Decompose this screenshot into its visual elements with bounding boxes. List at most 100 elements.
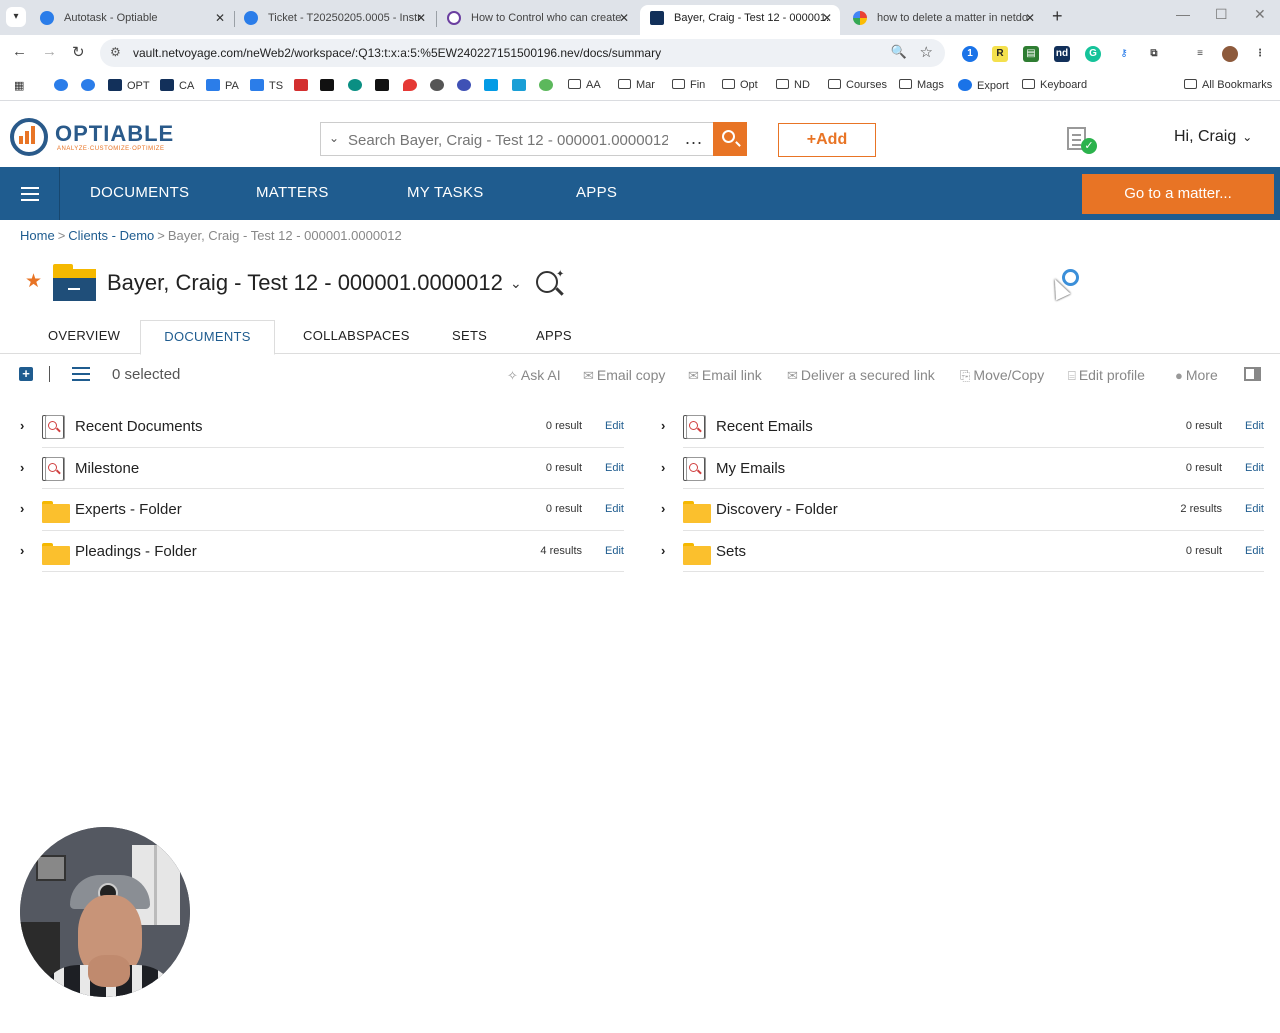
browser-tab-autotask[interactable]: Autotask - Optiable ✕ <box>30 5 233 35</box>
bookmark-opt[interactable]: OPT <box>108 79 150 92</box>
tile-edit-link[interactable]: Edit <box>605 420 624 432</box>
deliver-secured-link-button[interactable]: ✉ Deliver a secured link <box>787 367 935 384</box>
workspace-dropdown-chevron-icon[interactable]: ⌄ <box>510 275 522 292</box>
list-item[interactable]: › Recent Emails 0 result Edit <box>661 406 1264 448</box>
side-panel-toggle-icon[interactable] <box>1244 367 1261 381</box>
extensions-puzzle-icon[interactable]: ⧉ <box>1146 46 1162 62</box>
expand-chevron-icon[interactable]: › <box>20 460 24 475</box>
tile-edit-link[interactable]: Edit <box>1245 503 1264 515</box>
add-button[interactable]: +Add <box>778 123 876 157</box>
reload-icon[interactable]: ↻ <box>72 43 85 61</box>
expand-chevron-icon[interactable]: › <box>20 501 24 516</box>
zoom-icon[interactable]: 🔍 <box>891 44 907 60</box>
browser-tab-bayer-craig[interactable]: Bayer, Craig - Test 12 - 000001. ✕ <box>640 5 840 35</box>
nav-my-tasks[interactable]: MY TASKS <box>407 184 484 201</box>
expand-chevron-icon[interactable]: › <box>661 543 665 558</box>
bookmark-folder-aa[interactable]: AA <box>568 79 601 91</box>
expand-chevron-icon[interactable]: › <box>661 460 665 475</box>
extension-key-icon[interactable]: ⚷ <box>1116 46 1132 62</box>
tile-name[interactable]: Recent Emails <box>716 418 813 435</box>
edit-profile-button[interactable]: ⌸ Edit profile <box>1068 367 1145 384</box>
tab-close-icon[interactable]: ✕ <box>822 5 832 31</box>
ask-ai-button[interactable]: ✧ Ask AI <box>507 367 561 384</box>
tab-collabspaces[interactable]: COLLABSPACES <box>303 320 410 354</box>
extension-globe-icon[interactable]: 1 <box>962 46 978 62</box>
tile-name[interactable]: Milestone <box>75 460 139 477</box>
bookmark-ca[interactable]: CA <box>160 79 194 92</box>
nav-documents[interactable]: DOCUMENTS <box>90 184 189 201</box>
list-item[interactable]: › My Emails 0 result Edit <box>661 448 1264 489</box>
list-item[interactable]: › Recent Documents 0 result Edit <box>20 406 624 448</box>
bookmark-folder-fin[interactable]: Fin <box>672 79 705 91</box>
tab-close-icon[interactable]: ✕ <box>619 5 629 31</box>
bookmark-icon[interactable] <box>512 79 531 92</box>
expand-chevron-icon[interactable]: › <box>20 418 24 433</box>
email-link-button[interactable]: ✉ Email link <box>688 367 762 384</box>
browser-tab-google-search[interactable]: how to delete a matter in netdo ✕ <box>843 5 1043 35</box>
tile-name[interactable]: Pleadings - Folder <box>75 543 197 560</box>
tab-apps[interactable]: APPS <box>536 320 572 354</box>
browser-tab-ticket[interactable]: Ticket - T20250205.0005 - Instr ✕ <box>234 5 434 35</box>
minimize-icon[interactable]: — <box>1176 6 1190 22</box>
search-button[interactable] <box>713 122 747 156</box>
tab-documents[interactable]: DOCUMENTS <box>140 320 275 355</box>
list-item[interactable]: › Milestone 0 result Edit <box>20 448 624 489</box>
new-tab-button[interactable]: + <box>1052 6 1063 27</box>
breadcrumb-clients-demo[interactable]: Clients - Demo <box>68 228 154 243</box>
expand-chevron-icon[interactable]: › <box>661 418 665 433</box>
favorite-star-icon[interactable]: ★ <box>25 270 42 293</box>
bookmark-ts[interactable]: TS <box>250 79 283 92</box>
tile-edit-link[interactable]: Edit <box>605 462 624 474</box>
search-options-button[interactable]: ... <box>685 128 703 149</box>
user-menu[interactable]: Hi, Craig ⌄ <box>1174 128 1252 146</box>
search-input[interactable] <box>348 129 668 151</box>
expand-chevron-icon[interactable]: › <box>661 501 665 516</box>
search-scope-chevron-icon[interactable]: ⌄ <box>329 131 339 145</box>
optiable-logo[interactable]: OPTIABLE ANALYZE·CUSTOMIZE·OPTIMIZE <box>10 116 180 156</box>
tile-edit-link[interactable]: Edit <box>605 545 624 557</box>
profile-avatar[interactable] <box>1222 46 1238 62</box>
tile-name[interactable]: Recent Documents <box>75 418 203 435</box>
close-window-icon[interactable]: ✕ <box>1254 6 1266 23</box>
bookmark-icon[interactable] <box>320 79 339 92</box>
bookmark-icon[interactable] <box>484 79 503 92</box>
tile-edit-link[interactable]: Edit <box>605 503 624 515</box>
bookmark-folder-keyboard[interactable]: Keyboard <box>1022 79 1087 91</box>
bookmark-folder-mags[interactable]: Mags <box>899 79 944 91</box>
tile-edit-link[interactable]: Edit <box>1245 420 1264 432</box>
maximize-icon[interactable]: ☐ <box>1215 6 1228 23</box>
site-info-icon[interactable]: ⚙ <box>110 45 121 59</box>
bookmark-icon[interactable] <box>81 79 100 92</box>
tile-edit-link[interactable]: Edit <box>1245 545 1264 557</box>
tile-name[interactable]: Experts - Folder <box>75 501 182 518</box>
address-url[interactable]: vault.netvoyage.com/neWeb2/workspace/:Q1… <box>133 46 661 60</box>
bookmark-icon[interactable] <box>457 79 476 92</box>
extension-green-icon[interactable]: ▤ <box>1023 46 1039 62</box>
nav-matters[interactable]: MATTERS <box>256 184 329 201</box>
tile-name[interactable]: My Emails <box>716 460 785 477</box>
bookmark-icon[interactable] <box>403 79 422 92</box>
back-arrow-icon[interactable]: ← <box>12 43 27 60</box>
bookmark-folder-nd[interactable]: ND <box>776 79 810 91</box>
bookmark-icon[interactable] <box>348 79 367 92</box>
nav-apps[interactable]: APPS <box>576 184 617 201</box>
tab-overview[interactable]: OVERVIEW <box>48 320 120 354</box>
bookmark-folder-opt[interactable]: Opt <box>722 79 758 91</box>
more-button[interactable]: ● More <box>1175 367 1218 383</box>
ai-insights-icon[interactable]: ✦ <box>536 269 566 297</box>
document-status-icon[interactable]: ✓ <box>1067 127 1097 155</box>
bookmark-folder-mar[interactable]: Mar <box>618 79 655 91</box>
tile-name[interactable]: Discovery - Folder <box>716 501 838 518</box>
bookmark-icon[interactable] <box>294 79 313 92</box>
tab-search-button[interactable]: ▾ <box>6 7 26 27</box>
expand-chevron-icon[interactable]: › <box>20 543 24 558</box>
tab-close-icon[interactable]: ✕ <box>1025 5 1035 31</box>
list-item[interactable]: › Experts - Folder 0 result Edit <box>20 489 624 531</box>
bookmark-icon[interactable] <box>539 79 558 92</box>
list-item[interactable]: › Pleadings - Folder 4 results Edit <box>20 531 624 572</box>
bookmark-icon[interactable] <box>54 79 73 92</box>
apps-grid-icon[interactable]: ▦ <box>14 79 24 92</box>
address-bar[interactable]: ⚙ vault.netvoyage.com/neWeb2/workspace/:… <box>100 39 945 67</box>
browser-tab-how-to-control[interactable]: How to Control who can create ✕ <box>437 5 637 35</box>
tile-name[interactable]: Sets <box>716 543 746 560</box>
